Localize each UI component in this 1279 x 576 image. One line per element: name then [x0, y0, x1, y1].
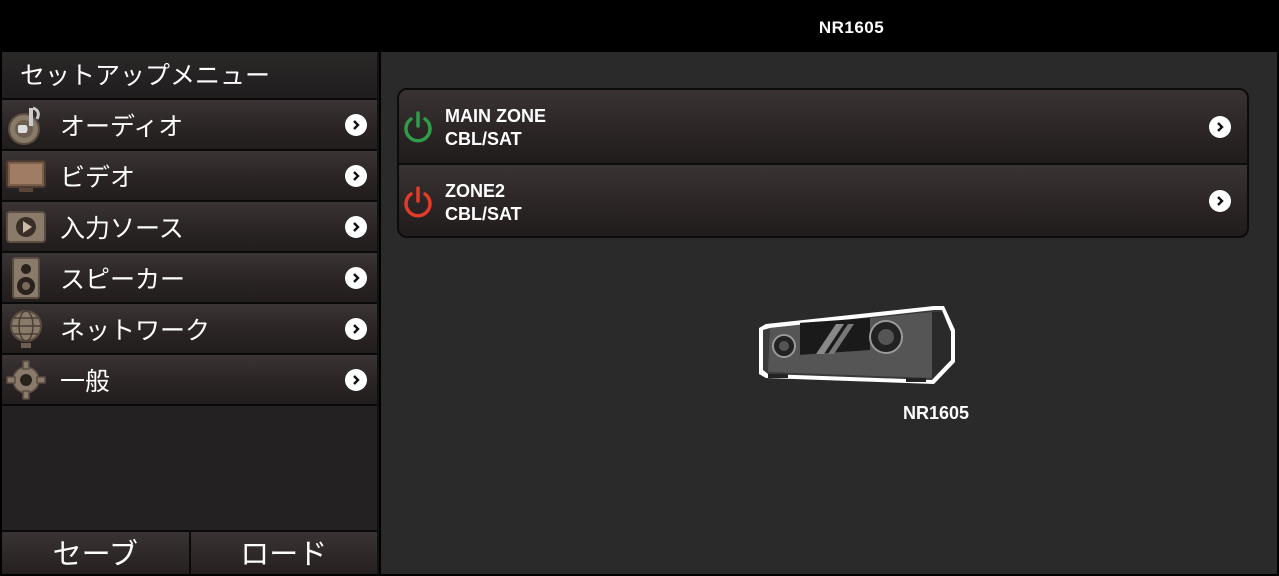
- setup-menu-sidebar: セットアップメニュー オーディオ ビデオ 入力ソース スピーカー ネットワーク …: [2, 52, 379, 574]
- zone-name: MAIN ZONE: [445, 106, 546, 126]
- main-panel: MAIN ZONE CBL/SAT ZONE2 CBL/SAT NR1605: [381, 52, 1277, 574]
- window-title: NR1605: [818, 18, 885, 37]
- sidebar-item-speaker[interactable]: スピーカー: [2, 253, 377, 304]
- save-button[interactable]: セーブ: [2, 532, 189, 574]
- sidebar-item-audio[interactable]: オーディオ: [2, 100, 377, 151]
- sidebar-item-label: 入力ソース: [60, 213, 184, 243]
- zone-source: CBL/SAT: [445, 204, 522, 224]
- chevron-right-icon: [345, 368, 367, 391]
- power-icon[interactable]: [402, 185, 434, 219]
- chevron-right-icon: [345, 317, 367, 340]
- speaker-icon: [4, 256, 48, 299]
- zone-row-zone2[interactable]: ZONE2 CBL/SAT: [399, 163, 1247, 236]
- title-bar: NR1605: [0, 0, 1279, 52]
- sidebar-footer: セーブ ロード: [2, 530, 377, 574]
- gear-icon: [4, 359, 48, 401]
- device-name: NR1605: [903, 403, 970, 423]
- video-icon: [4, 155, 48, 197]
- sidebar-item-video[interactable]: ビデオ: [2, 151, 377, 202]
- sidebar-item-network[interactable]: ネットワーク: [2, 304, 377, 355]
- chevron-right-icon: [345, 215, 367, 238]
- sidebar-item-general[interactable]: 一般: [2, 355, 377, 406]
- input-source-icon: [4, 206, 48, 248]
- network-icon: [4, 308, 48, 350]
- zone-source: CBL/SAT: [445, 129, 522, 149]
- load-button[interactable]: ロード: [188, 532, 377, 574]
- chevron-right-icon: [1209, 189, 1231, 212]
- sidebar-item-label: スピーカー: [60, 264, 186, 294]
- sidebar-item-input-source[interactable]: 入力ソース: [2, 202, 377, 253]
- sidebar-item-label: オーディオ: [60, 111, 184, 141]
- audio-icon: [4, 104, 48, 146]
- chevron-right-icon: [345, 113, 367, 136]
- chevron-right-icon: [345, 266, 367, 289]
- zone-name: ZONE2: [445, 181, 506, 201]
- power-icon[interactable]: [402, 110, 434, 144]
- sidebar-item-label: ビデオ: [60, 162, 136, 192]
- sidebar-item-label: 一般: [60, 366, 111, 396]
- sidebar-item-label: ネットワーク: [60, 315, 211, 345]
- av-receiver-icon: [756, 304, 958, 388]
- zone-row-main[interactable]: MAIN ZONE CBL/SAT: [399, 90, 1247, 163]
- zone-list: MAIN ZONE CBL/SAT ZONE2 CBL/SAT: [397, 88, 1249, 238]
- chevron-right-icon: [1209, 115, 1231, 138]
- chevron-right-icon: [345, 164, 367, 187]
- sidebar-header: セットアップメニュー: [2, 52, 377, 100]
